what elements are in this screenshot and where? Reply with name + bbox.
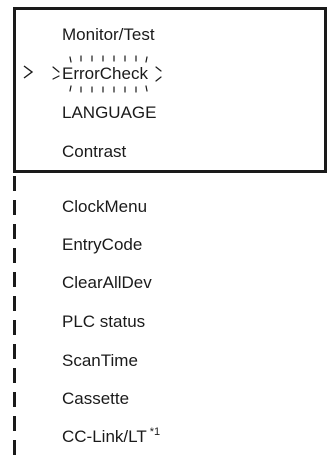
- menu-diagram-page: { "menu": { "screen_items": [ { "label":…: [0, 0, 334, 461]
- menu-item-language: LANGUAGE: [62, 103, 157, 122]
- chevron-right-icon: [23, 65, 34, 79]
- menu-item-plc-status: PLC status: [62, 312, 146, 331]
- menu-item-cc-link-lt-label: CC-Link/LT: [62, 427, 147, 446]
- menu-item-clock-menu: ClockMenu: [62, 197, 148, 216]
- menu-item-monitor-test: Monitor/Test: [62, 25, 155, 44]
- menu-item-error-check: ErrorCheck: [52, 54, 167, 94]
- menu-item-cassette: Cassette: [62, 389, 130, 408]
- menu-item-entry-code: EntryCode: [62, 235, 143, 254]
- menu-item-clear-all-dev: ClearAllDev: [62, 273, 152, 292]
- menu-item-cc-link-lt: CC-Link/LT *1: [62, 427, 160, 447]
- menu-item-error-check-label: ErrorCheck: [62, 64, 148, 83]
- menu-item-contrast: Contrast: [62, 142, 127, 161]
- menu-item-scan-time: ScanTime: [62, 351, 138, 370]
- footnote-marker: *1: [149, 426, 161, 439]
- scroll-continuation-line: [13, 176, 16, 461]
